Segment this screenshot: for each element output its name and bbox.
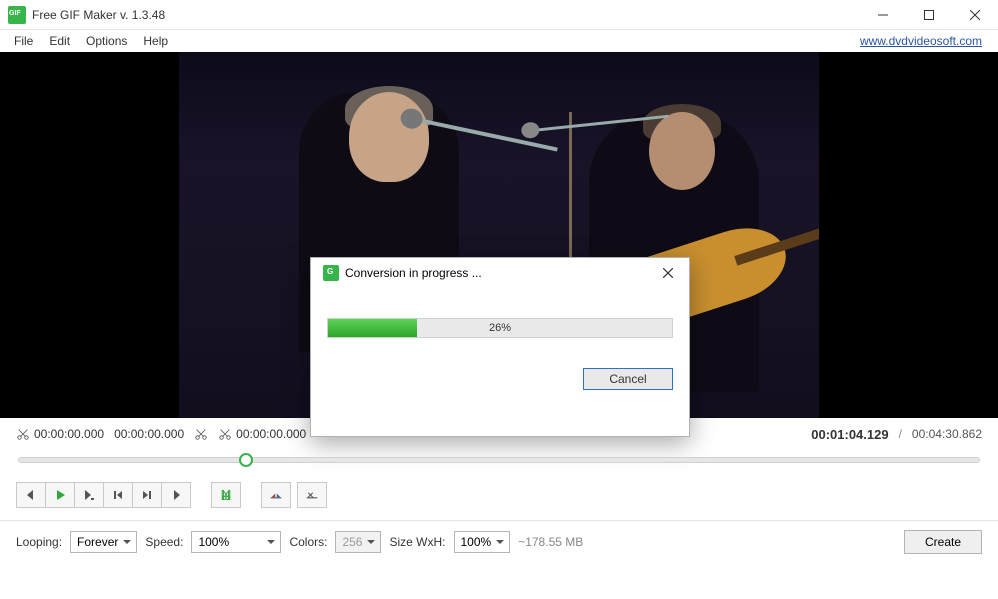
cut-start-time: 00:00:00.000: [34, 427, 104, 441]
scissors-green-icon: [220, 489, 232, 501]
step-forward-icon: [170, 489, 182, 501]
step-back-button[interactable]: [16, 482, 46, 508]
prev-frame-icon: [112, 489, 124, 501]
menu-bar: File Edit Options Help www.dvdvideosoft.…: [0, 30, 998, 52]
looping-select[interactable]: Forever: [70, 531, 137, 553]
window-title: Free GIF Maker v. 1.3.48: [32, 8, 860, 22]
conversion-dialog: Conversion in progress ... 26% Cancel: [310, 257, 690, 437]
dialog-close-button[interactable]: [653, 261, 683, 285]
website-link[interactable]: www.dvdvideosoft.com: [860, 34, 992, 48]
play-icon: [54, 489, 66, 501]
seek-slider[interactable]: [18, 452, 980, 468]
dialog-app-icon: [323, 265, 339, 281]
looping-value: Forever: [77, 535, 118, 549]
maximize-button[interactable]: [906, 0, 952, 30]
menu-options[interactable]: Options: [78, 32, 135, 50]
current-time: 00:01:04.129: [811, 427, 888, 442]
colors-select: 256: [335, 531, 381, 553]
clear-mark-icon: [306, 489, 318, 501]
size-label: Size WxH:: [389, 535, 445, 549]
size-select[interactable]: 100%: [454, 531, 511, 553]
dialog-title-bar: Conversion in progress ...: [311, 258, 689, 288]
seek-thumb[interactable]: [239, 453, 253, 467]
next-frame-button[interactable]: [132, 482, 162, 508]
progress-bar: 26%: [327, 318, 673, 338]
speed-select[interactable]: 100%: [191, 531, 281, 553]
colors-value: 256: [342, 535, 362, 549]
play-button[interactable]: [45, 482, 75, 508]
dialog-title: Conversion in progress ...: [345, 266, 653, 280]
title-bar: Free GIF Maker v. 1.3.48: [0, 0, 998, 30]
create-button[interactable]: Create: [904, 530, 982, 554]
total-duration: 00:04:30.862: [912, 427, 982, 441]
playback-controls: [0, 472, 998, 520]
speed-value: 100%: [198, 535, 229, 549]
video-preview: Long forgotten now. Conversion in progre…: [0, 52, 998, 418]
close-button[interactable]: [952, 0, 998, 30]
seek-track: [18, 457, 980, 463]
clear-marks-button[interactable]: [297, 482, 327, 508]
menu-edit[interactable]: Edit: [41, 32, 78, 50]
mark-in-icon: [270, 489, 282, 501]
set-start-button[interactable]: [261, 482, 291, 508]
next-frame-icon: [141, 489, 153, 501]
estimated-size: ~178.55 MB: [518, 535, 583, 549]
scissors-icon: [16, 427, 30, 441]
size-value: 100%: [461, 535, 492, 549]
cancel-button[interactable]: Cancel: [583, 368, 673, 390]
minimize-button[interactable]: [860, 0, 906, 30]
menu-file[interactable]: File: [6, 32, 41, 50]
prev-frame-button[interactable]: [103, 482, 133, 508]
scissors-icon: [194, 427, 208, 441]
play-end-icon: [83, 489, 95, 501]
cut-selection-button[interactable]: [211, 482, 241, 508]
play-to-end-button[interactable]: [74, 482, 104, 508]
scissors-icon: [218, 427, 232, 441]
cut-right-marker: 00:00:00.000: [218, 427, 306, 441]
speed-label: Speed:: [145, 535, 183, 549]
menu-help[interactable]: Help: [135, 32, 176, 50]
cut-end-marker: [194, 427, 208, 441]
step-back-icon: [25, 489, 37, 501]
looping-label: Looping:: [16, 535, 62, 549]
app-icon: [8, 6, 26, 24]
progress-text: 26%: [328, 319, 672, 337]
step-forward-button[interactable]: [161, 482, 191, 508]
time-separator: /: [899, 427, 902, 441]
options-bar: Looping: Forever Speed: 100% Colors: 256…: [0, 521, 998, 563]
cut-mid-time: 00:00:00.000: [114, 427, 184, 441]
cut-right-time: 00:00:00.000: [236, 427, 306, 441]
cut-start-marker: 00:00:00.000: [16, 427, 104, 441]
colors-label: Colors:: [289, 535, 327, 549]
